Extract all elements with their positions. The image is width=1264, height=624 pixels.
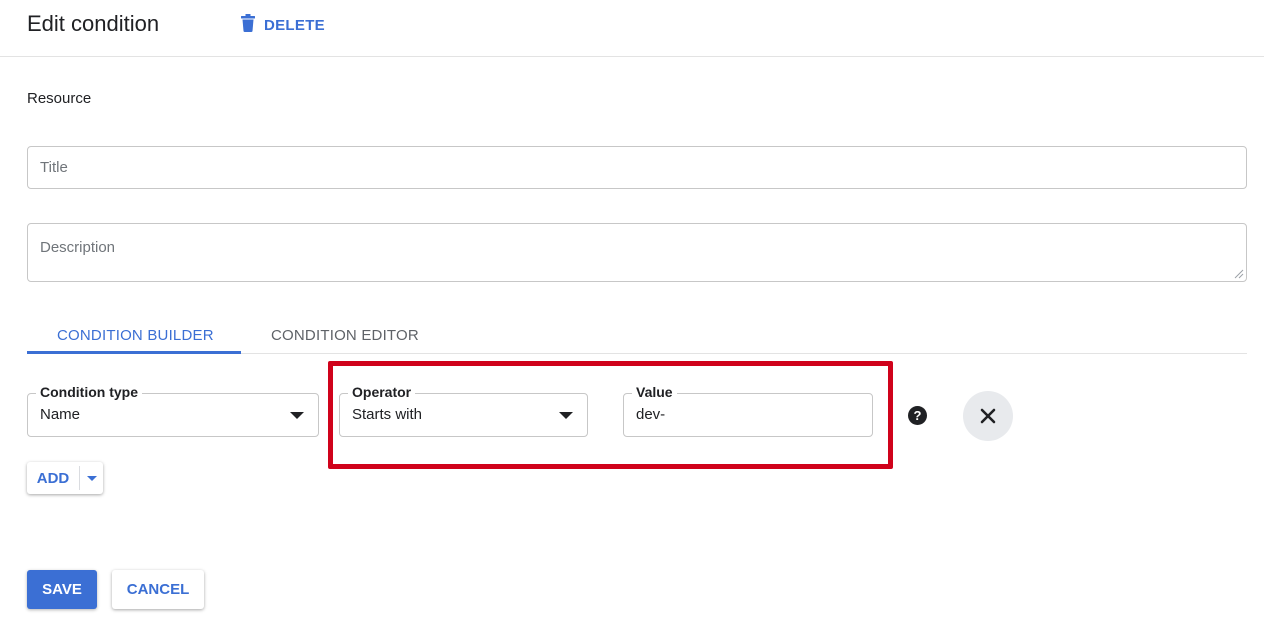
close-icon: [980, 408, 996, 424]
section-label-resource: Resource: [27, 90, 92, 107]
caret-down-icon: [86, 475, 97, 481]
caret-down-icon: [290, 412, 304, 419]
resize-handle-icon[interactable]: [1234, 269, 1244, 279]
help-circle-icon[interactable]: ?: [908, 406, 927, 425]
add-split-button: ADD: [27, 462, 103, 494]
delete-button[interactable]: DELETE: [240, 12, 325, 38]
save-button[interactable]: SAVE: [27, 570, 97, 609]
tab-condition-editor[interactable]: CONDITION EDITOR: [271, 316, 419, 354]
condition-type-label: Condition type: [36, 384, 142, 400]
delete-label: DELETE: [264, 16, 325, 34]
page-title: Edit condition: [27, 11, 160, 36]
condition-type-select[interactable]: Condition type Name: [27, 384, 319, 437]
tab-condition-builder[interactable]: CONDITION BUILDER: [57, 316, 214, 354]
cancel-button[interactable]: CANCEL: [112, 570, 204, 609]
description-field[interactable]: Description: [27, 223, 1247, 282]
condition-type-value: Name: [40, 406, 81, 423]
description-placeholder: Description: [40, 239, 116, 256]
highlight-annotation: [328, 361, 893, 469]
title-placeholder: Title: [40, 159, 68, 176]
add-dropdown-button[interactable]: [80, 462, 103, 494]
remove-condition-button[interactable]: [963, 391, 1013, 441]
active-tab-indicator: [27, 351, 241, 354]
add-button[interactable]: ADD: [27, 462, 79, 494]
title-field[interactable]: Title: [27, 146, 1247, 189]
header-divider: [0, 56, 1264, 57]
trash-icon: [240, 14, 256, 36]
